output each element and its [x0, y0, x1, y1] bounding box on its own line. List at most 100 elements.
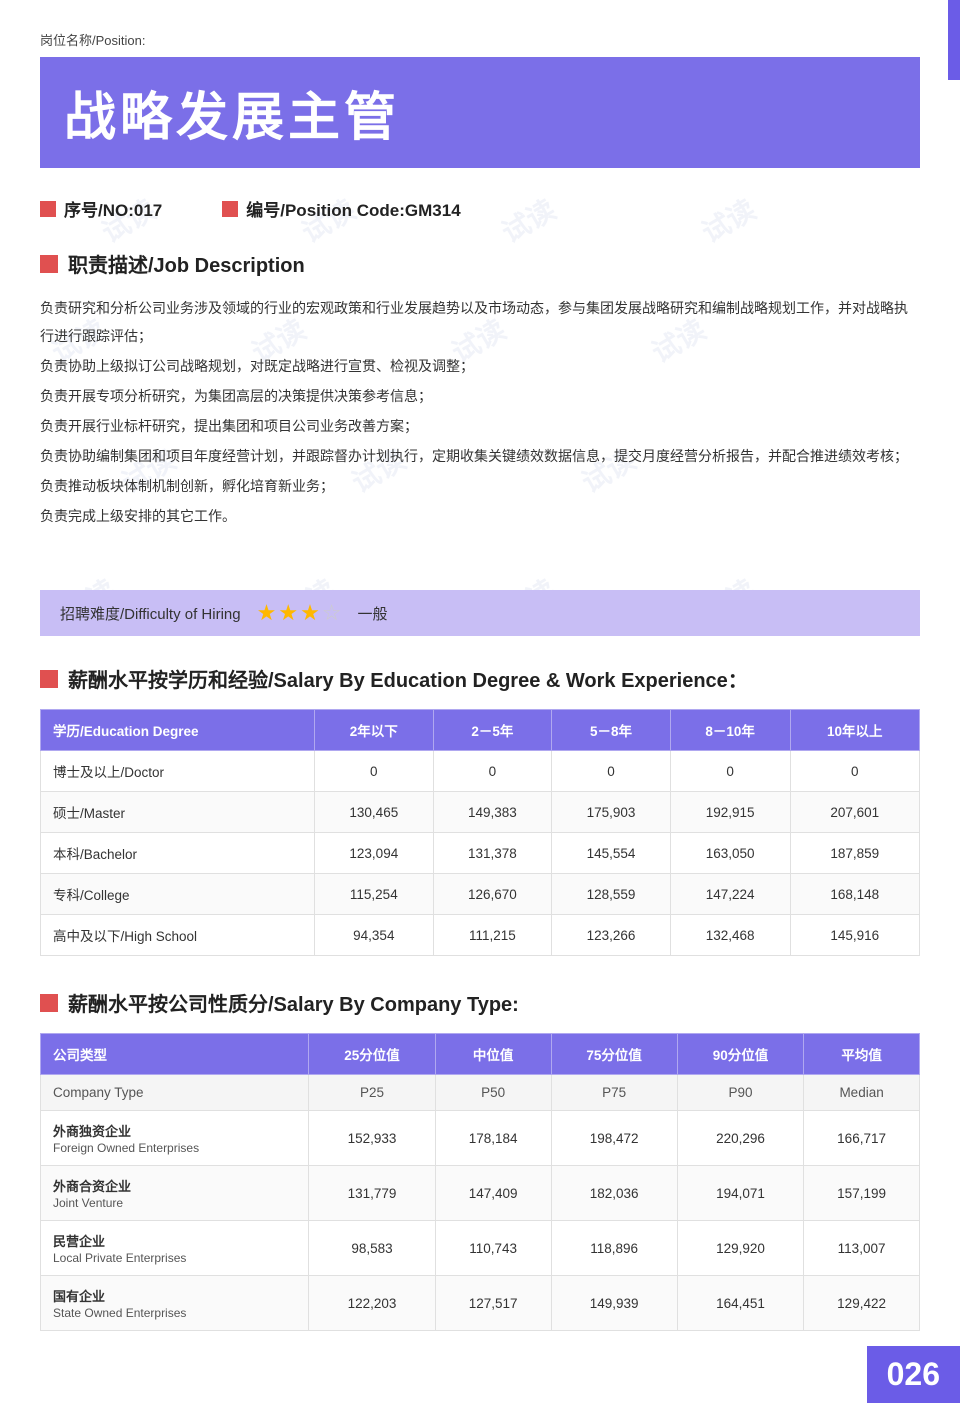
col-lt2: 2年以下: [315, 710, 434, 751]
salary-company-header-row: 公司类型 25分位值 中位值 75分位值 90分位值 平均值: [41, 1034, 920, 1075]
subheader-cell: P50: [435, 1075, 551, 1111]
salary-cell: 118,896: [551, 1221, 677, 1276]
no-icon: [40, 201, 56, 217]
table-row: 专科/College115,254126,670128,559147,22416…: [41, 874, 920, 915]
job-desc-line: 负责协助上级拟订公司战略规划，对既定战略进行宣贯、检视及调整；: [40, 352, 920, 380]
subheader-cell: P75: [551, 1075, 677, 1111]
col-degree: 学历/Education Degree: [41, 710, 315, 751]
job-desc-title: 职责描述/Job Description: [68, 249, 305, 278]
subheader-cell: P25: [309, 1075, 435, 1111]
salary-cell: 0: [790, 751, 919, 792]
salary-edu-table: 学历/Education Degree 2年以下 2－5年 5－8年 8－10年…: [40, 709, 920, 956]
col-median: 中位值: [435, 1034, 551, 1075]
salary-cell: 110,743: [435, 1221, 551, 1276]
title-block: 战略发展主管: [40, 57, 920, 168]
table-row: 国有企业State Owned Enterprises122,203127,51…: [41, 1276, 920, 1331]
salary-cell: 123,266: [552, 915, 671, 956]
salary-cell: 198,472: [551, 1111, 677, 1166]
company-cn: 国有企业: [53, 1286, 296, 1305]
salary-cell: 128,559: [552, 874, 671, 915]
job-desc-line: 负责协助编制集团和项目年度经营计划，并跟踪督办计划执行，定期收集关键绩效数据信息…: [40, 442, 920, 470]
salary-company-icon: [40, 994, 58, 1012]
difficulty-bar: 招聘难度/Difficulty of Hiring ★ ★ ★ ☆ 一般: [40, 590, 920, 636]
table-row: 外商独资企业Foreign Owned Enterprises152,93317…: [41, 1111, 920, 1166]
degree-cell: 本科/Bachelor: [41, 833, 315, 874]
salary-cell: 122,203: [309, 1276, 435, 1331]
table-row: 本科/Bachelor123,094131,378145,554163,0501…: [41, 833, 920, 874]
info-row: 序号/NO:017 编号/Position Code:GM314: [40, 196, 920, 221]
salary-cell: 127,517: [435, 1276, 551, 1331]
salary-company-header: 薪酬水平按公司性质分/Salary By Company Type:: [40, 988, 920, 1017]
col-avg: 平均值: [804, 1034, 920, 1075]
position-label: 岗位名称/Position:: [40, 30, 920, 49]
salary-cell: 129,422: [804, 1276, 920, 1331]
salary-cell: 129,920: [677, 1221, 803, 1276]
salary-cell: 175,903: [552, 792, 671, 833]
job-desc-line: 负责完成上级安排的其它工作。: [40, 502, 920, 530]
table-row: 民营企业Local Private Enterprises98,583110,7…: [41, 1221, 920, 1276]
salary-company-table: 公司类型 25分位值 中位值 75分位值 90分位值 平均值 Company T…: [40, 1033, 920, 1331]
company-type-cell: 外商独资企业Foreign Owned Enterprises: [41, 1111, 309, 1166]
subheader-cell: P90: [677, 1075, 803, 1111]
salary-cell: 157,199: [804, 1166, 920, 1221]
salary-cell: 126,670: [433, 874, 552, 915]
company-cn: 民营企业: [53, 1231, 296, 1250]
degree-cell: 高中及以下/High School: [41, 915, 315, 956]
salary-cell: 0: [315, 751, 434, 792]
table-row: 硕士/Master130,465149,383175,903192,915207…: [41, 792, 920, 833]
salary-cell: 178,184: [435, 1111, 551, 1166]
no-item: 序号/NO:017: [40, 196, 162, 221]
col-gt10: 10年以上: [790, 710, 919, 751]
col-2-5: 2－5年: [433, 710, 552, 751]
company-en: Foreign Owned Enterprises: [53, 1141, 296, 1155]
code-item: 编号/Position Code:GM314: [222, 196, 460, 221]
star-2: ★: [278, 600, 298, 626]
company-type-cell: 外商合资企业Joint Venture: [41, 1166, 309, 1221]
job-description: 负责研究和分析公司业务涉及领域的行业的宏观政策和行业发展趋势以及市场动态，参与集…: [40, 294, 920, 530]
salary-cell: 132,468: [670, 915, 790, 956]
col-p75: 75分位值: [551, 1034, 677, 1075]
salary-cell: 98,583: [309, 1221, 435, 1276]
company-type-cell: 国有企业State Owned Enterprises: [41, 1276, 309, 1331]
salary-cell: 194,071: [677, 1166, 803, 1221]
star-1: ★: [257, 600, 277, 626]
salary-cell: 168,148: [790, 874, 919, 915]
page-title: 战略发展主管: [64, 75, 896, 150]
job-desc-line: 负责开展专项分析研究，为集团高层的决策提供决策参考信息；: [40, 382, 920, 410]
salary-cell: 94,354: [315, 915, 434, 956]
job-desc-header: 职责描述/Job Description: [40, 249, 920, 278]
salary-cell: 115,254: [315, 874, 434, 915]
star-3: ★: [300, 600, 320, 626]
job-desc-line: 负责开展行业标杆研究，提出集团和项目公司业务改善方案；: [40, 412, 920, 440]
difficulty-stars: ★ ★ ★ ☆: [257, 600, 342, 626]
salary-cell: 145,554: [552, 833, 671, 874]
salary-cell: 163,050: [670, 833, 790, 874]
degree-cell: 硕士/Master: [41, 792, 315, 833]
salary-edu-header: 薪酬水平按学历和经验/Salary By Education Degree & …: [40, 664, 920, 693]
salary-cell: 152,933: [309, 1111, 435, 1166]
salary-cell: 166,717: [804, 1111, 920, 1166]
salary-cell: 0: [670, 751, 790, 792]
code-icon: [222, 201, 238, 217]
salary-edu-section: 薪酬水平按学历和经验/Salary By Education Degree & …: [40, 664, 920, 956]
star-4: ☆: [322, 600, 342, 626]
salary-cell: 0: [433, 751, 552, 792]
table-row: 外商合资企业Joint Venture131,779147,409182,036…: [41, 1166, 920, 1221]
company-type-cell: 民营企业Local Private Enterprises: [41, 1221, 309, 1276]
table-subheader-row: Company TypeP25P50P75P90Median: [41, 1075, 920, 1111]
subheader-cell: Median: [804, 1075, 920, 1111]
difficulty-label: 招聘难度/Difficulty of Hiring: [60, 603, 241, 624]
salary-cell: 149,383: [433, 792, 552, 833]
col-company-type: 公司类型: [41, 1034, 309, 1075]
page-content: 岗位名称/Position: 战略发展主管 序号/NO:017 编号/Posit…: [0, 0, 960, 1403]
salary-cell: 147,409: [435, 1166, 551, 1221]
degree-cell: 专科/College: [41, 874, 315, 915]
salary-cell: 123,094: [315, 833, 434, 874]
company-cn: 外商独资企业: [53, 1121, 296, 1140]
salary-cell: 187,859: [790, 833, 919, 874]
salary-cell: 182,036: [551, 1166, 677, 1221]
col-p25: 25分位值: [309, 1034, 435, 1075]
company-en: Joint Venture: [53, 1196, 296, 1210]
salary-edu-title: 薪酬水平按学历和经验/Salary By Education Degree & …: [68, 664, 748, 693]
salary-cell: 0: [552, 751, 671, 792]
